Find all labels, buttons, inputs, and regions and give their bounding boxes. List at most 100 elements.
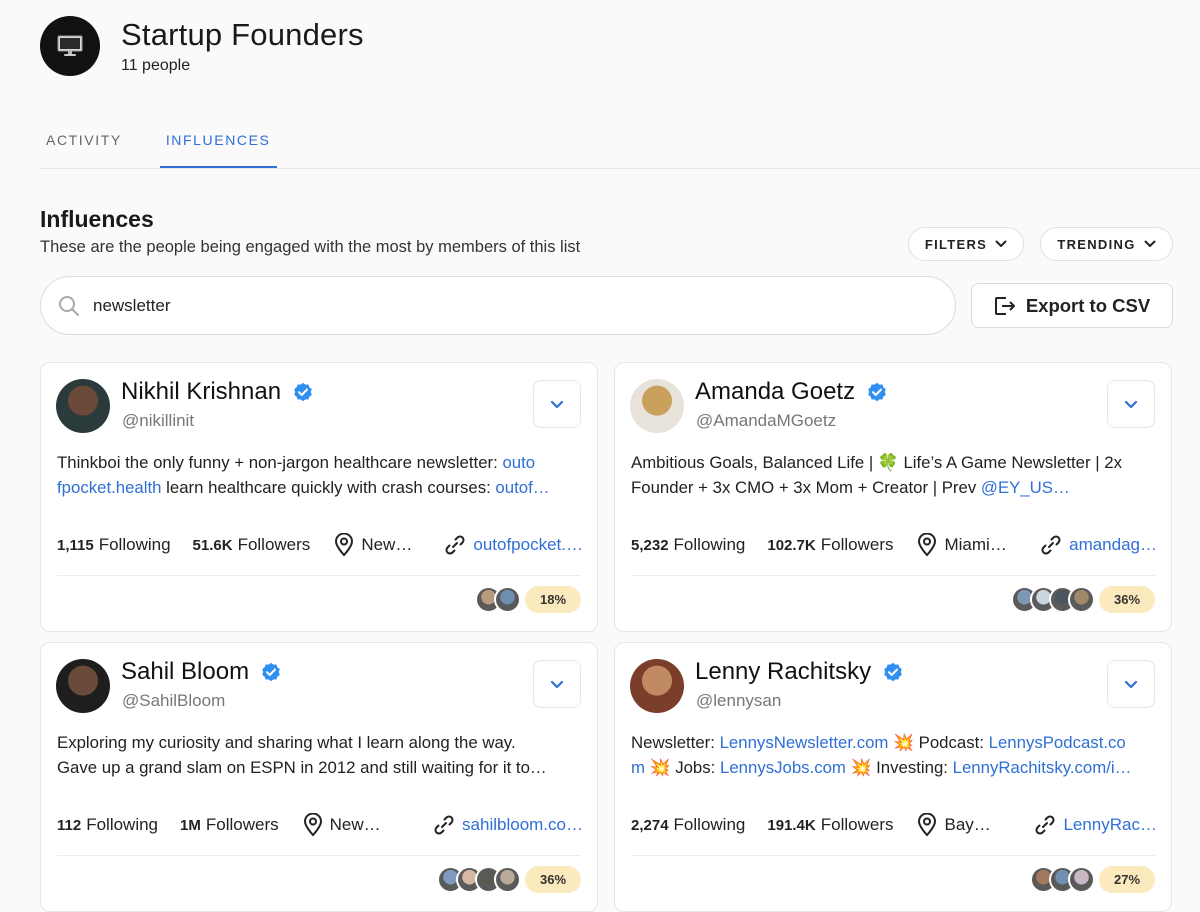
location: New… bbox=[334, 533, 412, 557]
bio-link[interactable]: outo bbox=[502, 453, 535, 472]
verified-badge-icon bbox=[261, 662, 281, 682]
location-pin-icon bbox=[918, 533, 937, 557]
engager-avatars[interactable] bbox=[475, 586, 521, 613]
export-label: Export to CSV bbox=[1025, 294, 1151, 316]
person-handle: @SahilBloom bbox=[122, 691, 226, 710]
card-divider bbox=[631, 575, 1155, 576]
engager-avatar[interactable] bbox=[494, 866, 521, 893]
person-name[interactable]: Lenny Rachitsky bbox=[695, 658, 903, 686]
trending-sort-button[interactable]: TRENDING bbox=[1040, 227, 1173, 261]
following-count[interactable]: 112 Following bbox=[57, 815, 158, 835]
engager-avatars[interactable] bbox=[437, 866, 521, 893]
filters-button[interactable]: FILTERS bbox=[908, 227, 1024, 261]
tab-influences[interactable]: INFLUENCES bbox=[159, 120, 277, 168]
bio-link[interactable]: outof… bbox=[495, 478, 549, 497]
card-divider bbox=[57, 855, 581, 856]
website-link[interactable]: outofpocket.… bbox=[444, 534, 583, 556]
verified-badge-icon bbox=[293, 382, 313, 402]
tab-bar: ACTIVITY INFLUENCES bbox=[40, 120, 1200, 169]
bio-link[interactable]: LennyRachitsky.com/i… bbox=[953, 758, 1132, 777]
export-csv-button[interactable]: Export to CSV bbox=[971, 283, 1173, 328]
expand-card-button[interactable] bbox=[1107, 660, 1155, 708]
bio-link[interactable]: fpocket.health bbox=[57, 478, 162, 497]
verified-badge-icon bbox=[883, 662, 903, 682]
bio-text: Exploring my curiosity and sharing what … bbox=[57, 733, 516, 752]
following-value: 5,232 bbox=[631, 537, 669, 554]
bio-link[interactable]: m bbox=[631, 758, 645, 777]
bio-link[interactable]: LennysNewsletter.com bbox=[720, 733, 889, 752]
website-link[interactable]: sahilbloom.co… bbox=[433, 814, 583, 836]
influencer-card: Amanda Goetz @AmandaMGoetz Ambitious Goals… bbox=[614, 362, 1172, 632]
bio-text: Gave up a grand slam on ESPN in 2012 and… bbox=[57, 758, 547, 777]
following-value: 1,115 bbox=[57, 537, 94, 554]
chevron-down-icon bbox=[550, 680, 564, 688]
export-icon bbox=[994, 296, 1015, 315]
engager-avatars[interactable] bbox=[1011, 586, 1095, 613]
person-name-text: Nikhil Krishnan bbox=[121, 378, 282, 405]
search-icon bbox=[59, 295, 80, 316]
bio-link[interactable]: @EY_US… bbox=[981, 478, 1070, 497]
chevron-down-icon bbox=[995, 240, 1007, 247]
location-pin-icon bbox=[303, 813, 322, 837]
avatar[interactable] bbox=[630, 379, 684, 433]
chevron-down-icon bbox=[550, 400, 564, 408]
website-text[interactable]: sahilbloom.co… bbox=[462, 815, 583, 835]
person-name[interactable]: Sahil Bloom bbox=[121, 658, 281, 686]
card-divider bbox=[631, 855, 1155, 856]
avatar[interactable] bbox=[630, 659, 684, 713]
engagement-percent-badge: 36% bbox=[525, 866, 581, 893]
website-text[interactable]: outofpocket.… bbox=[473, 535, 583, 555]
avatar[interactable] bbox=[56, 659, 110, 713]
following-count[interactable]: 2,274 Following bbox=[631, 815, 745, 835]
followers-label: Followers bbox=[205, 815, 279, 834]
location-text: Bay… bbox=[944, 815, 991, 834]
bio-text: Newsletter: bbox=[631, 733, 720, 752]
trending-label: TRENDING bbox=[1057, 236, 1136, 252]
engagement-percent-badge: 27% bbox=[1099, 866, 1155, 893]
search-input[interactable] bbox=[93, 295, 893, 316]
following-count[interactable]: 5,232 Following bbox=[631, 535, 745, 555]
bio-line: Newsletter: LennysNewsletter.com 💥 Podca… bbox=[631, 730, 1157, 755]
section-subtitle: These are the people being engaged with … bbox=[40, 238, 581, 256]
engager-avatar[interactable] bbox=[1068, 866, 1095, 893]
bio-line: Ambitious Goals, Balanced Life | 🍀 Life’… bbox=[631, 450, 1157, 475]
website-text[interactable]: LennyRac… bbox=[1063, 815, 1157, 835]
engagement-footer: 18% bbox=[475, 586, 581, 613]
expand-card-button[interactable] bbox=[1107, 380, 1155, 428]
following-count[interactable]: 1,115 Following bbox=[57, 535, 171, 555]
website-link[interactable]: LennyRac… bbox=[1034, 814, 1157, 836]
avatar[interactable] bbox=[56, 379, 110, 433]
followers-value: 51.6K bbox=[192, 537, 233, 554]
followers-label: Followers bbox=[820, 815, 894, 834]
bio-link[interactable]: LennysPodcast.co bbox=[989, 733, 1126, 752]
chevron-down-icon bbox=[1124, 680, 1138, 688]
bio-text: 💥 Jobs: bbox=[644, 758, 720, 777]
engager-avatars[interactable] bbox=[1030, 866, 1095, 893]
person-name[interactable]: Nikhil Krishnan bbox=[121, 378, 313, 406]
expand-card-button[interactable] bbox=[533, 380, 581, 428]
followers-count[interactable]: 1M Followers bbox=[180, 815, 279, 835]
bio-text: Founder + 3x CMO + 3x Mom + Creator | Pr… bbox=[631, 478, 981, 497]
person-stats: 2,274 Following 191.4K Followers Bay… LennyRa… bbox=[631, 813, 1157, 837]
bio-link[interactable]: LennysJobs.com bbox=[720, 758, 846, 777]
followers-count[interactable]: 102.7K Followers bbox=[767, 535, 893, 555]
expand-card-button[interactable] bbox=[533, 660, 581, 708]
website-link[interactable]: amandag… bbox=[1040, 534, 1157, 556]
person-name[interactable]: Amanda Goetz bbox=[695, 378, 887, 406]
website-text[interactable]: amandag… bbox=[1069, 535, 1157, 555]
engagement-footer: 27% bbox=[1030, 866, 1155, 893]
bio-text: 💥 Podcast: bbox=[888, 733, 989, 752]
location-text: New… bbox=[361, 535, 413, 554]
link-icon bbox=[445, 535, 465, 555]
followers-count[interactable]: 191.4K Followers bbox=[767, 815, 893, 835]
followers-count[interactable]: 51.6K Followers bbox=[193, 535, 311, 555]
engagement-footer: 36% bbox=[437, 866, 581, 893]
chevron-down-icon bbox=[1144, 240, 1156, 247]
engager-avatar[interactable] bbox=[1068, 586, 1095, 613]
section-title: Influences bbox=[40, 206, 154, 232]
page-title: Startup Founders bbox=[121, 17, 364, 52]
person-stats: 5,232 Following 102.7K Followers Miami… amand… bbox=[631, 533, 1157, 557]
engager-avatar[interactable] bbox=[494, 586, 521, 613]
engagement-percent-badge: 18% bbox=[525, 586, 581, 613]
tab-activity[interactable]: ACTIVITY bbox=[40, 120, 128, 168]
